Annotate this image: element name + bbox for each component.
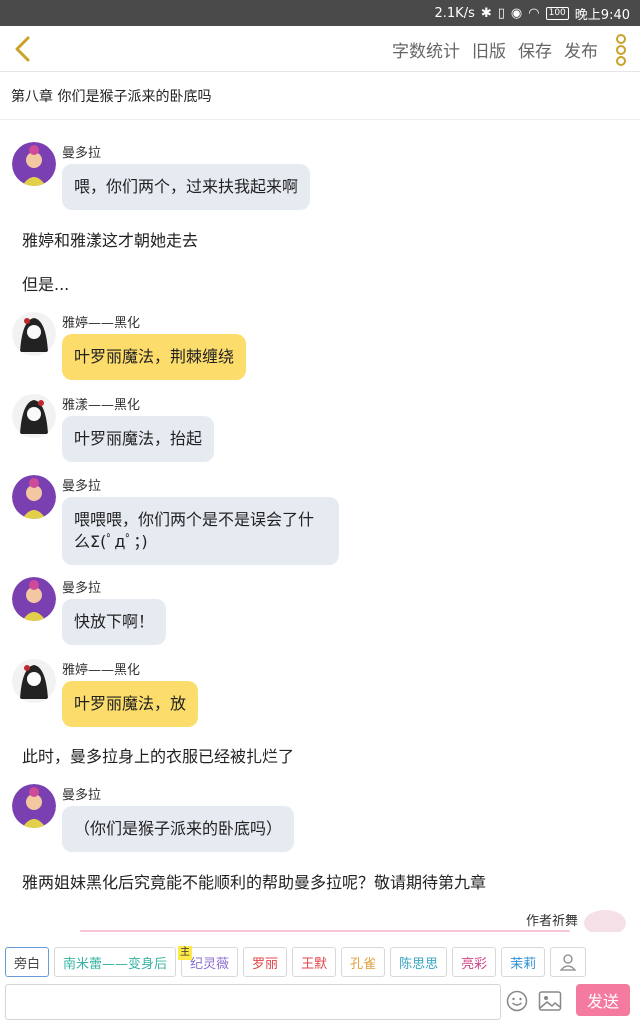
emoji-icon[interactable] [506,990,528,1012]
message-bubble: 喂喂喂，你们两个是不是误会了什么Σ(ﾟдﾟ；) [62,497,339,565]
status-time: 晚上9:40 [574,7,630,23]
yating-avatar [12,312,56,356]
message-bubble: 叶罗丽魔法，抬起 [62,416,215,462]
back-arrow-icon[interactable] [8,34,38,64]
message-bubble: 叶罗丽魔法，放 [62,681,199,727]
narration-text: 此时，曼多拉身上的衣服已经被扎烂了 [22,747,295,766]
author-avatar [584,910,626,932]
character-chip-label: 南米蕾——变身后 [63,956,168,972]
character-chip-label: 亮彩 [461,956,488,972]
story-content[interactable]: 曼多拉 喂，你们两个，过来扶我起来啊 雅婷和雅漾这才朝她走去 但是... 雅婷—… [0,120,640,932]
message-input[interactable] [5,984,501,1020]
character-chip-label: 罗丽 [252,956,279,972]
character-chip[interactable]: 罗丽 [243,947,288,977]
character-chip-label: 纪灵薇 [190,956,230,972]
narration-text: 雅婷和雅漾这才朝她走去 [22,231,199,250]
character-chip[interactable]: 茉莉 [501,947,546,977]
mandora-avatar [12,784,56,828]
character-chip[interactable]: 南米蕾——变身后 [54,947,177,977]
speaker-name: 雅婷——黑化 [62,316,141,331]
speaker-name: 曼多拉 [62,581,102,596]
message-bubble: 叶罗丽魔法，荆棘缠绕 [62,334,247,380]
character-chip-label: 王默 [301,956,328,972]
send-button[interactable]: 发送 [576,984,630,1016]
author-label: 作者祈舞 [525,914,578,929]
speaker-name: 曼多拉 [62,479,102,494]
word-count-button[interactable]: 字数统计 [392,37,460,62]
yayang-avatar [12,394,56,438]
character-chip-label: 茉莉 [510,956,537,972]
character-chip[interactable]: 主纪灵薇 [178,946,239,977]
character-chip[interactable]: 陈思思 [390,947,448,977]
add-character-icon[interactable] [550,947,587,977]
character-chip[interactable]: 旁白 [5,947,50,977]
narration-text: 但是... [22,275,70,294]
old-version-button[interactable]: 旧版 [472,37,506,62]
publish-button[interactable]: 发布 [564,37,598,62]
save-button[interactable]: 保存 [518,37,552,62]
character-chip[interactable]: 王默 [292,947,337,977]
narration-text: 雅两姐妹黑化后究竟能不能顺利的帮助曼多拉呢？敬请期待第九章 [22,873,487,892]
speaker-name: 雅婷——黑化 [62,663,141,678]
mandora-avatar [12,475,56,519]
message-bubble: 喂，你们两个，过来扶我起来啊 [62,164,311,210]
speaker-name: 曼多拉 [62,788,102,803]
editor-toolbar: 字数统计 旧版 保存 发布 [0,26,640,72]
status-bar: 2.1K/s ✱ ▯ ◉ ◠ 100 晚上9:40 [0,0,640,26]
message-bubble: （你们是猴子派来的卧底吗） [62,806,295,852]
eye-icon: ◉ [510,5,523,21]
main-character-tag: 主 [178,946,193,960]
chapter-title: 第八章 你们是猴子派来的卧底吗 [0,72,640,120]
wifi-icon: ◠ [528,5,540,21]
network-speed: 2.1K/s [434,5,475,21]
bluetooth-icon: ✱ [480,5,492,21]
yating-avatar [12,659,56,703]
character-selector: 旁白 南米蕾——变身后主纪灵薇 罗丽 王默 孔雀 陈思思 亮彩 茉莉 [0,940,640,984]
input-bar: 发送 [0,982,640,1024]
character-chip-label: 孔雀 [350,956,377,972]
battery-icon: 100 [545,6,569,20]
character-chip[interactable]: 亮彩 [452,947,497,977]
vibrate-icon: ▯ [497,5,505,21]
image-icon[interactable] [538,990,562,1012]
speaker-name: 曼多拉 [62,146,102,161]
more-menu-icon[interactable] [614,34,628,66]
character-chip-label: 陈思思 [399,956,439,972]
mandora-avatar [12,577,56,621]
message-bubble: 快放下啊！ [62,599,167,645]
character-chip-label: 旁白 [14,956,41,972]
character-chip[interactable]: 孔雀 [341,947,386,977]
mandora-avatar [12,142,56,186]
divider [80,930,570,932]
speaker-name: 雅漾——黑化 [62,398,141,413]
